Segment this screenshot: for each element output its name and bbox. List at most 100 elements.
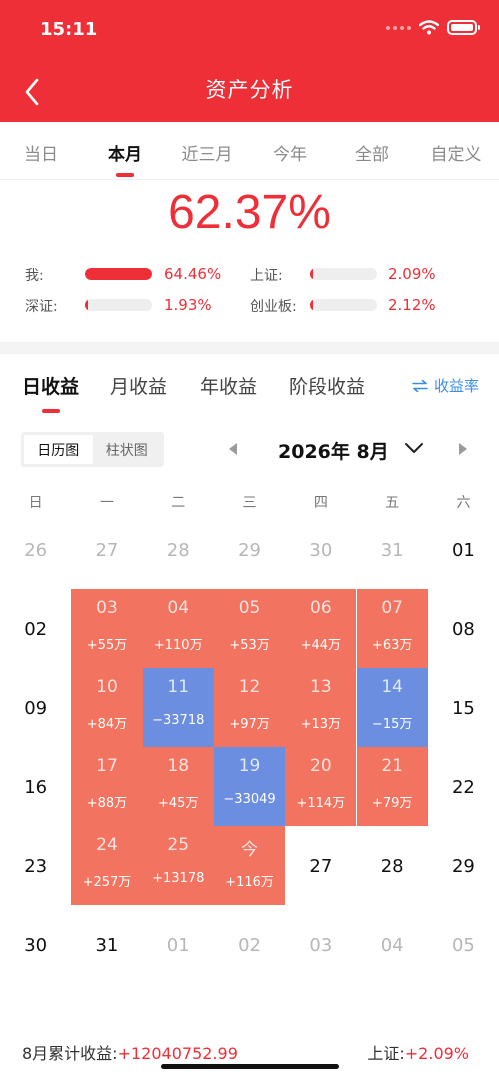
weekday-label: 三 — [242, 495, 257, 511]
return-rate-toggle[interactable]: 收益率 — [412, 375, 479, 396]
calendar-day-cell[interactable]: 30 — [285, 510, 356, 589]
comparison-bar — [310, 268, 377, 280]
comparison-bar-fill — [310, 299, 313, 311]
swap-icon — [412, 379, 428, 392]
calendar-day-cell[interactable]: 04 +110万 — [142, 589, 214, 668]
calendar-day-cell[interactable]: 05 — [428, 905, 499, 984]
calendar-day-cell[interactable]: 27 — [71, 510, 142, 589]
calendar-day-cell[interactable]: 14 −15万 — [356, 668, 428, 747]
calendar-day-cell[interactable]: 07 +63万 — [356, 589, 428, 668]
tab-yearly-profit[interactable]: 年收益 — [200, 372, 257, 399]
calendar-day-number: 22 — [451, 777, 475, 798]
calendar-day-number: 28 — [166, 540, 190, 561]
calendar-day-cell[interactable]: 28 — [143, 510, 214, 589]
wifi-icon — [419, 20, 439, 35]
weekday-label: 五 — [385, 495, 400, 511]
calendar-day-cell[interactable]: 02 — [214, 905, 285, 984]
tab-daily-profit[interactable]: 日收益 — [22, 372, 79, 413]
calendar-day-profit: +63万 — [371, 638, 413, 653]
calendar-day-number: 25 — [167, 835, 190, 855]
calendar-day-profit: +114万 — [296, 796, 346, 811]
comparison-bar — [85, 299, 152, 311]
calendar-day-cell[interactable]: 17 +88万 — [71, 747, 143, 826]
calendar-day-cell[interactable]: 今 +116万 — [213, 826, 286, 905]
calendar-day-cell[interactable]: 20 +114万 — [285, 747, 357, 826]
calendar-day-cell[interactable]: 05 +53万 — [213, 589, 286, 668]
calendar-day-cell[interactable]: 12 +97万 — [213, 668, 286, 747]
previous-month-button[interactable] — [228, 440, 238, 459]
calendar-day-cell[interactable]: 22 — [428, 747, 499, 826]
calendar-day-cell[interactable]: 26 — [0, 510, 71, 589]
tab-period-profit[interactable]: 阶段收益 — [289, 372, 365, 399]
triangle-right-icon — [459, 443, 467, 455]
calendar-day-cell[interactable]: 01 — [428, 510, 499, 589]
calendar-day-profit: +13万 — [300, 717, 342, 732]
calendar-day-cell[interactable]: 01 — [143, 905, 214, 984]
calendar-day-cell[interactable]: 09 — [0, 668, 71, 747]
comparison-value: 2.09% — [388, 265, 436, 283]
calendar-day-cell[interactable]: 30 — [0, 905, 71, 984]
calendar-day-number: 04 — [380, 935, 404, 956]
calendar-day-profit: +257万 — [82, 875, 132, 890]
calendar-day-number: 12 — [238, 677, 261, 697]
calendar-day-cell[interactable]: 18 +45万 — [142, 747, 214, 826]
tab-this-year[interactable]: 今年 — [273, 140, 307, 165]
calendar-day-profit: −15万 — [371, 717, 413, 732]
calendar-day-cell[interactable]: 28 — [357, 826, 428, 905]
calendar-day-cell[interactable]: 06 +44万 — [285, 589, 357, 668]
calendar-day-cell[interactable]: 21 +79万 — [356, 747, 428, 826]
comparison-value: 1.93% — [164, 296, 212, 314]
footer-summary: 8月累计收益:+12040752.99 上证:+2.09% — [22, 1040, 469, 1064]
calendar-day-cell[interactable]: 25 +13178 — [142, 826, 214, 905]
calendar-day-cell[interactable]: 03 — [285, 905, 356, 984]
home-indicator — [161, 1064, 339, 1069]
calendar-day-cell[interactable]: 16 — [0, 747, 71, 826]
tab-monthly-profit[interactable]: 月收益 — [110, 372, 167, 399]
calendar-day-cell[interactable]: 24 +257万 — [71, 826, 143, 905]
calendar-day-profit: +97万 — [229, 717, 270, 732]
calendar-day-number: 30 — [24, 935, 48, 956]
calendar-day-cell[interactable]: 31 — [357, 510, 428, 589]
calendar-day-cell[interactable]: 10 +84万 — [71, 668, 143, 747]
comparison-label: 深证: — [25, 299, 58, 315]
calendar-day-cell[interactable]: 29 — [428, 826, 499, 905]
index-change-label: 上证: — [367, 1044, 405, 1063]
return-rate-label: 收益率 — [433, 377, 479, 395]
tab-this-month-label: 本月 — [108, 145, 142, 165]
calendar-day-cell[interactable]: 02 — [0, 589, 71, 668]
calendar-day-cell[interactable]: 23 — [0, 826, 71, 905]
calendar-day-number: 31 — [380, 540, 404, 561]
calendar-day-cell[interactable]: 19 −33049 — [213, 747, 286, 826]
calendar-day-cell[interactable]: 11 −33718 — [142, 668, 214, 747]
calendar-day-number: 01 — [166, 935, 190, 956]
tab-last-three-months[interactable]: 近三月 — [182, 140, 233, 165]
tab-custom[interactable]: 自定义 — [431, 140, 482, 165]
index-change: 上证:+2.09% — [367, 1040, 469, 1064]
calendar-day-cell[interactable]: 15 — [428, 668, 499, 747]
battery-icon — [447, 20, 480, 35]
cellular-signal-icon — [386, 25, 411, 30]
comparison-label: 上证: — [250, 268, 283, 284]
calendar-day-cell[interactable]: 31 — [71, 905, 142, 984]
comparison-label: 我: — [25, 268, 44, 284]
calendar-day-number: 14 — [381, 677, 403, 697]
calendar-view-option[interactable]: 日历图 — [24, 435, 93, 464]
bar-chart-view-option[interactable]: 柱状图 — [93, 435, 162, 464]
calendar-day-cell[interactable]: 04 — [357, 905, 428, 984]
calendar-day-cell[interactable]: 27 — [285, 826, 356, 905]
calendar-day-number: 03 — [309, 935, 333, 956]
calendar-day-number: 13 — [310, 677, 332, 697]
calendar-day-number: 今 — [241, 840, 259, 860]
tab-today[interactable]: 当日 — [24, 140, 58, 165]
comparison-value: 64.46% — [164, 265, 222, 283]
calendar-day-cell[interactable]: 29 — [214, 510, 285, 589]
comparison-value: 2.12% — [388, 296, 436, 314]
next-month-button[interactable] — [458, 440, 468, 459]
cumulative-profit: 8月累计收益:+12040752.99 — [22, 1040, 238, 1064]
tab-all[interactable]: 全部 — [355, 140, 389, 165]
tab-this-month[interactable]: 本月 — [108, 140, 142, 177]
calendar-day-cell[interactable]: 08 — [428, 589, 499, 668]
calendar-day-cell[interactable]: 03 +55万 — [71, 589, 143, 668]
month-picker-button[interactable] — [404, 440, 424, 459]
calendar-day-cell[interactable]: 13 +13万 — [285, 668, 357, 747]
